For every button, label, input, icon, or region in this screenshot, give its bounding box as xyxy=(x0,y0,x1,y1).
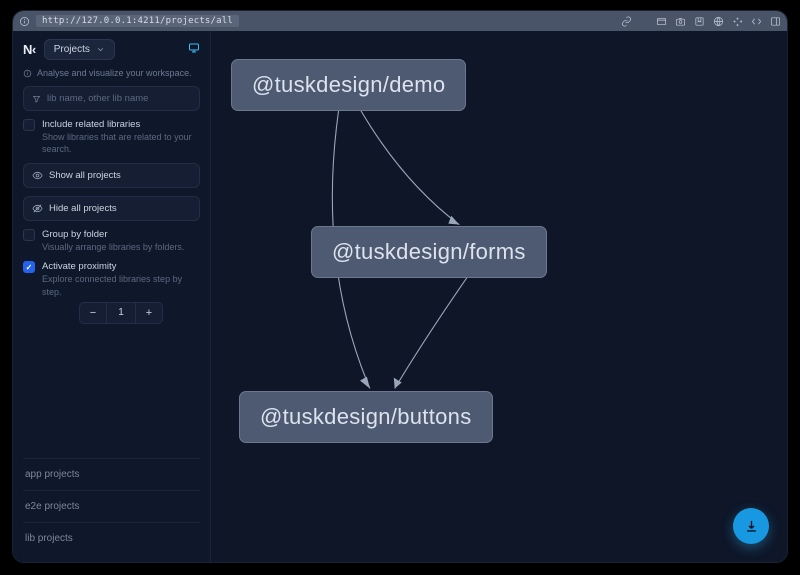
info-icon xyxy=(23,69,32,78)
search-input[interactable] xyxy=(47,93,191,104)
download-button[interactable] xyxy=(733,508,769,544)
download-icon xyxy=(744,519,759,534)
include-related-checkbox[interactable] xyxy=(23,119,35,131)
filter-icon xyxy=(32,94,41,104)
section-e2e-projects[interactable]: e2e projects xyxy=(23,490,200,522)
hide-all-button[interactable]: Hide all projects xyxy=(23,196,200,221)
chevron-down-icon xyxy=(96,45,105,54)
projects-dropdown[interactable]: Projects xyxy=(44,39,115,60)
url-text[interactable]: http://127.0.0.1:4211/projects/all xyxy=(36,15,239,27)
section-app-projects[interactable]: app projects xyxy=(23,458,200,490)
dependency-graph[interactable]: @tuskdesign/demo @tuskdesign/forms @tusk… xyxy=(211,31,787,562)
workspace-hint: Analyse and visualize your workspace. xyxy=(23,68,200,78)
graph-node-demo[interactable]: @tuskdesign/demo xyxy=(231,59,466,111)
window-icon[interactable] xyxy=(656,16,667,27)
eye-off-icon xyxy=(32,203,43,214)
proximity-decrement[interactable]: − xyxy=(79,302,107,324)
monitor-icon[interactable] xyxy=(188,42,200,57)
extension-icon[interactable] xyxy=(732,16,743,27)
eye-icon xyxy=(32,170,43,181)
include-related-option[interactable]: Include related libraries Show libraries… xyxy=(23,119,200,155)
link-icon[interactable] xyxy=(621,16,632,27)
activate-proximity-option[interactable]: Activate proximity Explore connected lib… xyxy=(23,261,200,323)
activate-proximity-checkbox[interactable] xyxy=(23,261,35,273)
app-window: http://127.0.0.1:4211/projects/all N‹ Pr… xyxy=(12,10,788,563)
graph-node-buttons[interactable]: @tuskdesign/buttons xyxy=(239,391,493,443)
devtools-icon[interactable] xyxy=(751,16,762,27)
camera-icon[interactable] xyxy=(675,16,686,27)
proximity-value: 1 xyxy=(107,302,135,324)
proximity-increment[interactable]: + xyxy=(135,302,163,324)
sidebar-toggle-icon[interactable] xyxy=(770,16,781,27)
proximity-stepper: − 1 + xyxy=(42,302,200,324)
browser-url-bar: http://127.0.0.1:4211/projects/all xyxy=(13,11,787,31)
search-input-wrapper[interactable] xyxy=(23,86,200,111)
globe-icon[interactable] xyxy=(713,16,724,27)
bookmark-icon[interactable] xyxy=(694,16,705,27)
projects-dropdown-label: Projects xyxy=(54,44,90,55)
group-by-folder-checkbox[interactable] xyxy=(23,229,35,241)
section-lib-projects[interactable]: lib projects xyxy=(23,522,200,554)
group-by-folder-option[interactable]: Group by folder Visually arrange librari… xyxy=(23,229,200,253)
nx-logo: N‹ xyxy=(23,42,36,57)
graph-node-forms[interactable]: @tuskdesign/forms xyxy=(311,226,547,278)
show-all-button[interactable]: Show all projects xyxy=(23,163,200,188)
sidebar: N‹ Projects Analyse and visualize your w… xyxy=(13,31,211,562)
info-icon[interactable] xyxy=(19,16,30,27)
